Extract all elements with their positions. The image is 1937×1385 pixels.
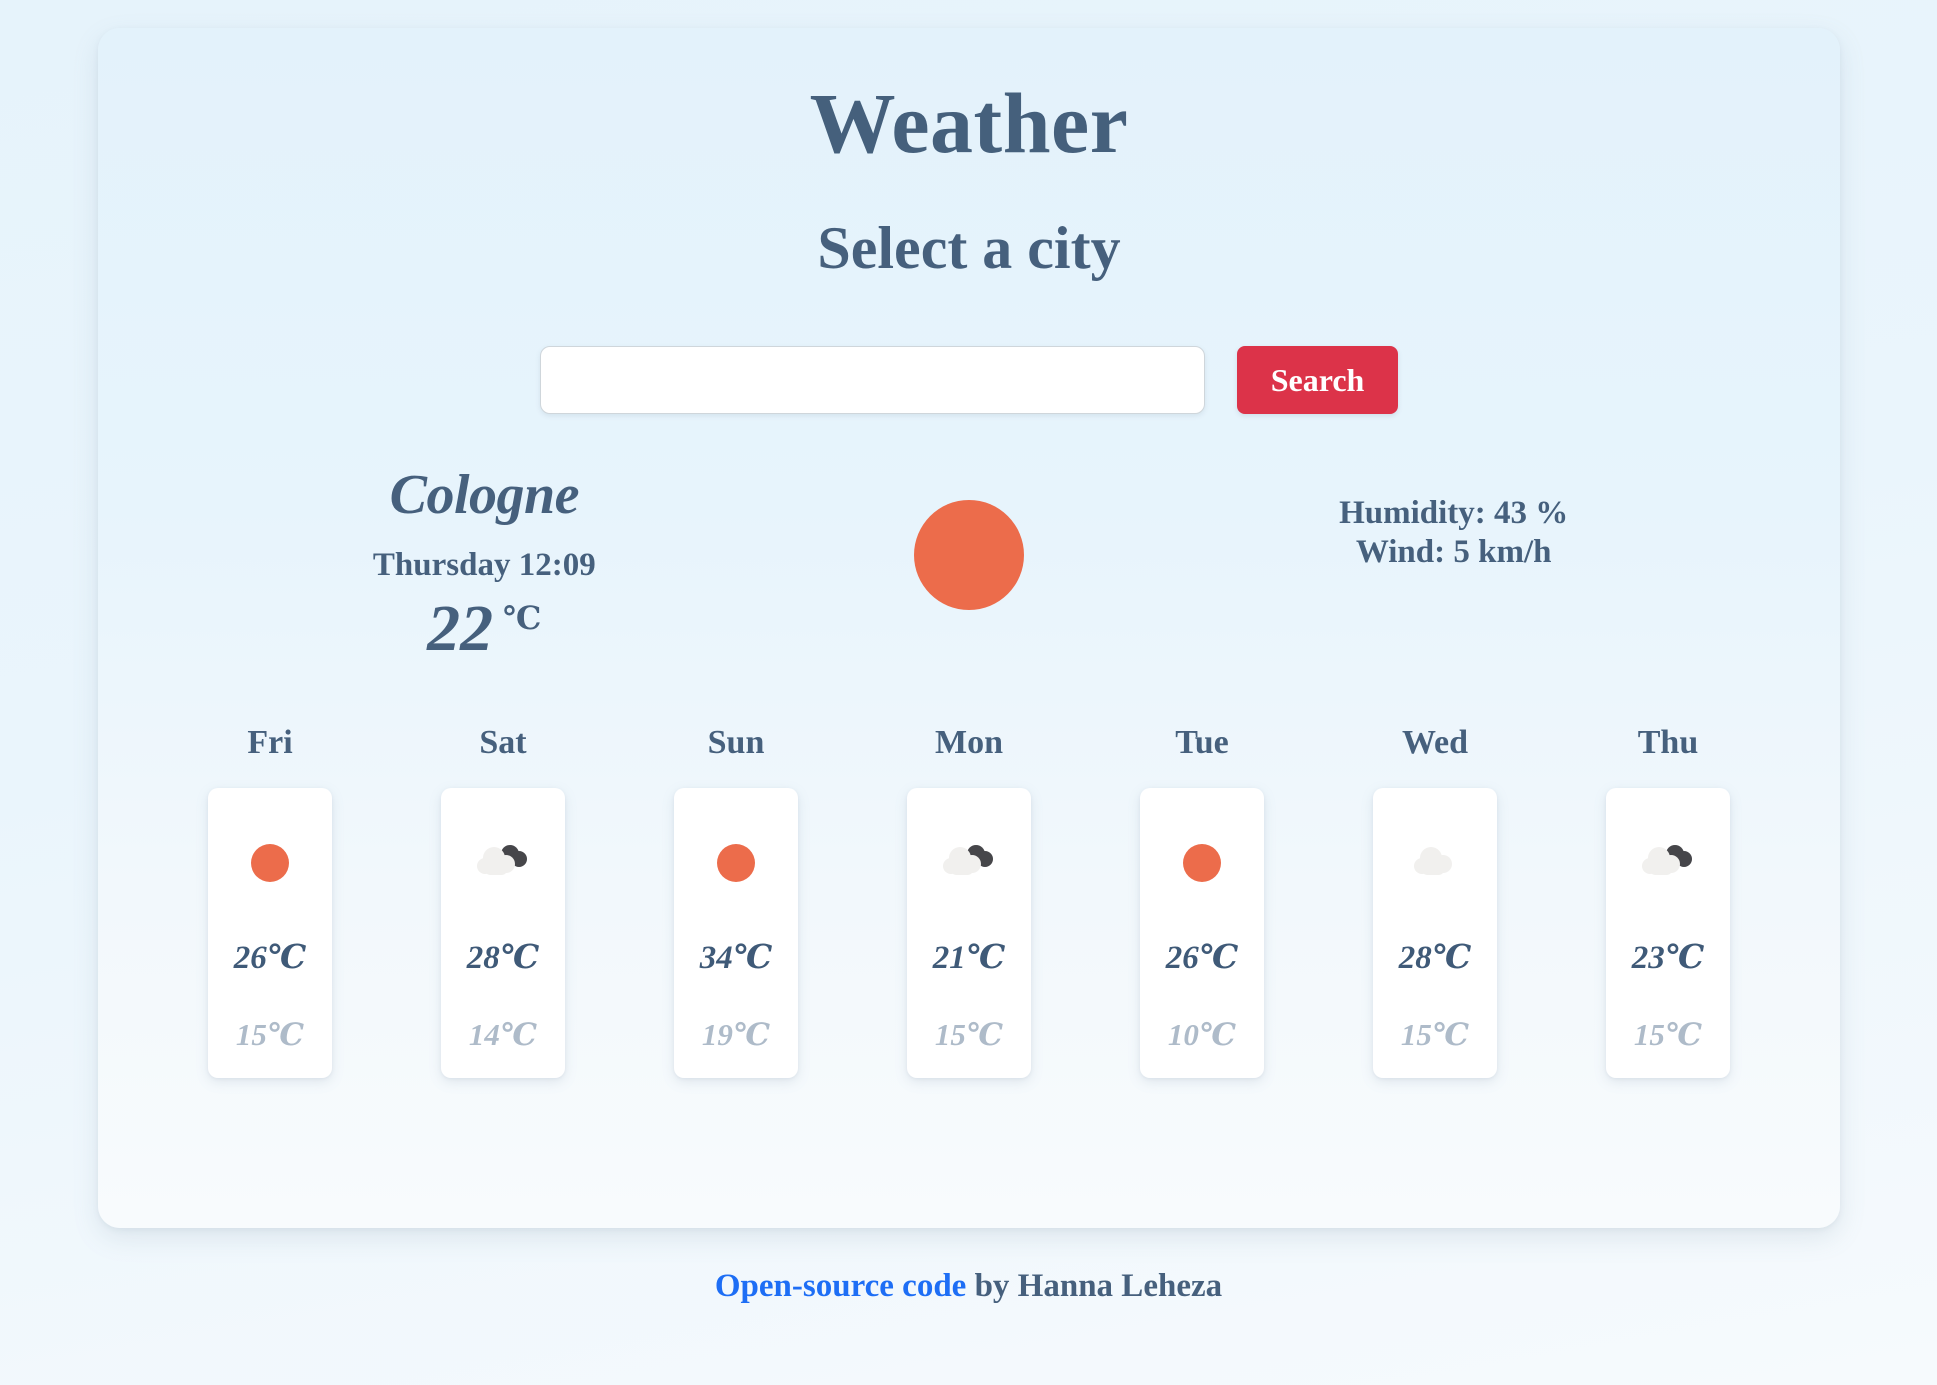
forecast-day-label: Sun [707,723,765,761]
clouds-icon [1642,844,1692,875]
current-temperature-block: 22 ℃ [242,591,727,665]
sun-icon [913,500,1024,610]
forecast-icon-slot [1183,788,1221,938]
forecast-temp-max: 26℃ [233,939,307,976]
forecast-temp-max: 23℃ [1631,939,1705,976]
forecast-day-label: Tue [1175,723,1229,761]
forecast-icon-slot [1637,788,1699,938]
forecast-card[interactable]: 34℃ 19℃ [674,787,798,1078]
forecast-temp-min: 15℃ [235,1016,305,1052]
forecast-card[interactable]: 21℃ 15℃ [907,787,1031,1078]
sun-icon [717,843,755,882]
forecast-list: Fri 26℃ 15℃ Sat 28℃ 14℃ Sun 34℃ 19℃ Mon … [158,724,1780,1078]
forecast-icon-slot [472,788,534,938]
current-conditions: Cologne Thursday 12:09 22 ℃ Humidity: 43… [158,464,1780,662]
forecast-temp-max: 26℃ [1165,939,1239,976]
forecast-icon-slot [1404,788,1466,938]
search-input[interactable] [539,346,1205,414]
forecast-temp-min: 14℃ [468,1016,538,1052]
forecast-temp-max: 28℃ [1398,939,1472,976]
forecast-day-label: Sat [479,723,527,761]
open-source-link[interactable]: Open-source code [715,1268,966,1304]
forecast-temp-min: 19℃ [701,1016,771,1052]
cloud-icon [1414,846,1452,875]
footer-credit: by Hanna Leheza [966,1268,1223,1304]
forecast-day-3: Mon 21℃ 15℃ [879,724,1059,1078]
sun-icon [251,843,289,882]
forecast-temp-max: 28℃ [466,939,540,976]
temperature-unit: ℃ [503,599,542,636]
weather-panel: Weather Select a city Search Cologne Thu… [98,28,1840,1228]
forecast-day-6: Thu 23℃ 15℃ [1578,724,1758,1078]
forecast-card[interactable]: 28℃ 14℃ [441,787,565,1078]
forecast-day-2: Sun 34℃ 19℃ [646,724,826,1078]
current-temperature: 22 [427,591,494,665]
page-root: Weather Select a city Search Cologne Thu… [0,0,1937,1385]
sun-icon [1183,843,1221,882]
forecast-icon-slot [717,788,755,938]
current-icon-block [727,464,1212,610]
forecast-temp-min: 10℃ [1167,1016,1237,1052]
forecast-card[interactable]: 26℃ 15℃ [208,787,332,1078]
clouds-icon [477,844,527,875]
page-subtitle: Select a city [817,215,1121,281]
forecast-card[interactable]: 28℃ 15℃ [1373,787,1497,1078]
forecast-day-0: Fri 26℃ 15℃ [180,724,360,1078]
wind-value: Wind: 5 km/h [1355,533,1552,570]
forecast-temp-max: 34℃ [699,939,773,976]
forecast-icon-slot [251,788,289,938]
footer: Open-source code by Hanna Leheza [98,1268,1839,1305]
forecast-day-label: Fri [247,723,293,761]
forecast-card[interactable]: 26℃ 10℃ [1140,787,1264,1078]
forecast-day-label: Thu [1637,723,1699,761]
current-datetime: Thursday 12:09 [372,546,596,583]
forecast-day-label: Wed [1401,723,1469,761]
forecast-temp-min: 15℃ [1400,1016,1470,1052]
search-button[interactable]: Search [1236,346,1399,414]
forecast-day-4: Tue 26℃ 10℃ [1112,724,1292,1078]
current-location-block: Cologne Thursday 12:09 22 ℃ [242,464,727,662]
forecast-day-label: Mon [935,723,1003,761]
forecast-icon-slot [938,788,1000,938]
page-title: Weather [809,75,1129,171]
forecast-temp-min: 15℃ [1633,1016,1703,1052]
forecast-temp-min: 15℃ [934,1016,1004,1052]
forecast-day-5: Wed 28℃ 15℃ [1345,724,1525,1078]
forecast-card[interactable]: 23℃ 15℃ [1606,787,1730,1078]
current-metrics-block: Humidity: 43 % Wind: 5 km/h [1211,464,1696,572]
clouds-icon [943,844,993,875]
forecast-temp-max: 21℃ [932,939,1006,976]
search-form: Search [158,346,1780,414]
forecast-day-1: Sat 28℃ 14℃ [413,724,593,1078]
city-name: Cologne [389,464,580,526]
humidity-value: Humidity: 43 % [1339,495,1569,531]
